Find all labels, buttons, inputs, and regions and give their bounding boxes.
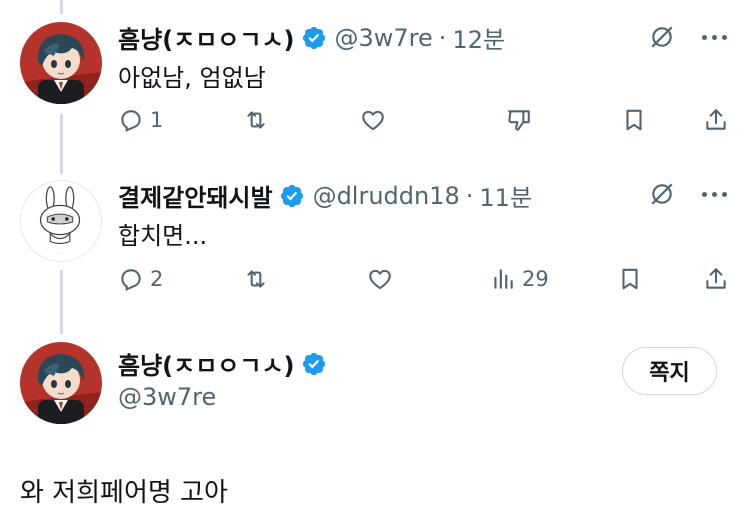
share-button[interactable] bbox=[703, 107, 729, 133]
reply-button[interactable]: 1 bbox=[118, 107, 163, 133]
verified-badge-icon bbox=[280, 184, 303, 207]
avatar[interactable]: · bbox=[20, 180, 102, 262]
reply-header: 흠냥(ㅈㅁㅇㄱㅅ) @3w7re · 12분 bbox=[118, 20, 505, 55]
author-handle[interactable]: @dlruddn18 bbox=[313, 182, 460, 210]
author-handle[interactable]: @3w7re bbox=[335, 24, 433, 52]
share-icon bbox=[706, 109, 726, 130]
reply-text: 합치면... bbox=[118, 222, 208, 250]
grok-icon[interactable] bbox=[645, 177, 679, 211]
bookmark-icon bbox=[626, 109, 642, 131]
verified-badge-icon bbox=[302, 26, 325, 49]
reply-header: 결제같안돼시발 @dlruddn18 · 11분 bbox=[118, 178, 532, 213]
share-button[interactable] bbox=[703, 266, 729, 292]
views-button[interactable]: 29 bbox=[490, 266, 549, 292]
author-handle[interactable]: @3w7re bbox=[118, 383, 216, 411]
thread-line-2 bbox=[60, 270, 63, 334]
thread-line-1 bbox=[60, 114, 63, 174]
timestamp[interactable]: 12분 bbox=[452, 20, 505, 55]
bookmark-button[interactable] bbox=[617, 266, 643, 292]
heart-icon bbox=[362, 110, 384, 131]
author-name[interactable]: 결제같안돼시발 bbox=[118, 178, 273, 213]
thread-line-top bbox=[60, 0, 63, 14]
tweet-text: 와 저희페어명 고아 bbox=[20, 478, 228, 508]
like-button[interactable] bbox=[360, 107, 386, 133]
more-icon[interactable] bbox=[694, 179, 734, 209]
author-name[interactable]: 흠냥(ㅈㅁㅇㄱㅅ) bbox=[118, 346, 295, 381]
reply-icon bbox=[121, 269, 141, 291]
bookmark-button[interactable] bbox=[621, 107, 647, 133]
share-icon bbox=[706, 268, 726, 289]
verified-badge-icon bbox=[302, 352, 325, 375]
reply-button[interactable]: 2 bbox=[118, 266, 163, 292]
views-count: 29 bbox=[522, 267, 549, 291]
like-button[interactable] bbox=[367, 266, 393, 292]
reply-count: 1 bbox=[150, 108, 164, 132]
dm-button[interactable]: 쪽지 bbox=[622, 347, 717, 395]
reply-text: 아없남, 엄없남 bbox=[118, 64, 266, 92]
reply-icon bbox=[121, 110, 141, 132]
repost-icon bbox=[247, 111, 265, 129]
separator-dot: · bbox=[465, 181, 474, 210]
grok-icon[interactable] bbox=[645, 20, 679, 54]
downvote-button[interactable] bbox=[506, 107, 532, 133]
repost-button[interactable] bbox=[243, 107, 269, 133]
reply-count: 2 bbox=[150, 267, 164, 291]
views-icon bbox=[494, 269, 513, 289]
downvote-icon bbox=[508, 110, 530, 131]
heart-icon bbox=[369, 269, 391, 290]
avatar[interactable] bbox=[20, 342, 102, 424]
more-icon[interactable] bbox=[694, 22, 734, 52]
avatar[interactable] bbox=[20, 22, 102, 104]
author-name[interactable]: 흠냥(ㅈㅁㅇㄱㅅ) bbox=[118, 20, 295, 55]
separator-dot: · bbox=[438, 23, 447, 52]
repost-button[interactable] bbox=[243, 266, 269, 292]
bookmark-icon bbox=[622, 268, 638, 290]
timestamp[interactable]: 11분 bbox=[479, 178, 532, 213]
main-author: 흠냥(ㅈㅁㅇㄱㅅ) bbox=[118, 346, 327, 381]
repost-icon bbox=[247, 270, 265, 288]
